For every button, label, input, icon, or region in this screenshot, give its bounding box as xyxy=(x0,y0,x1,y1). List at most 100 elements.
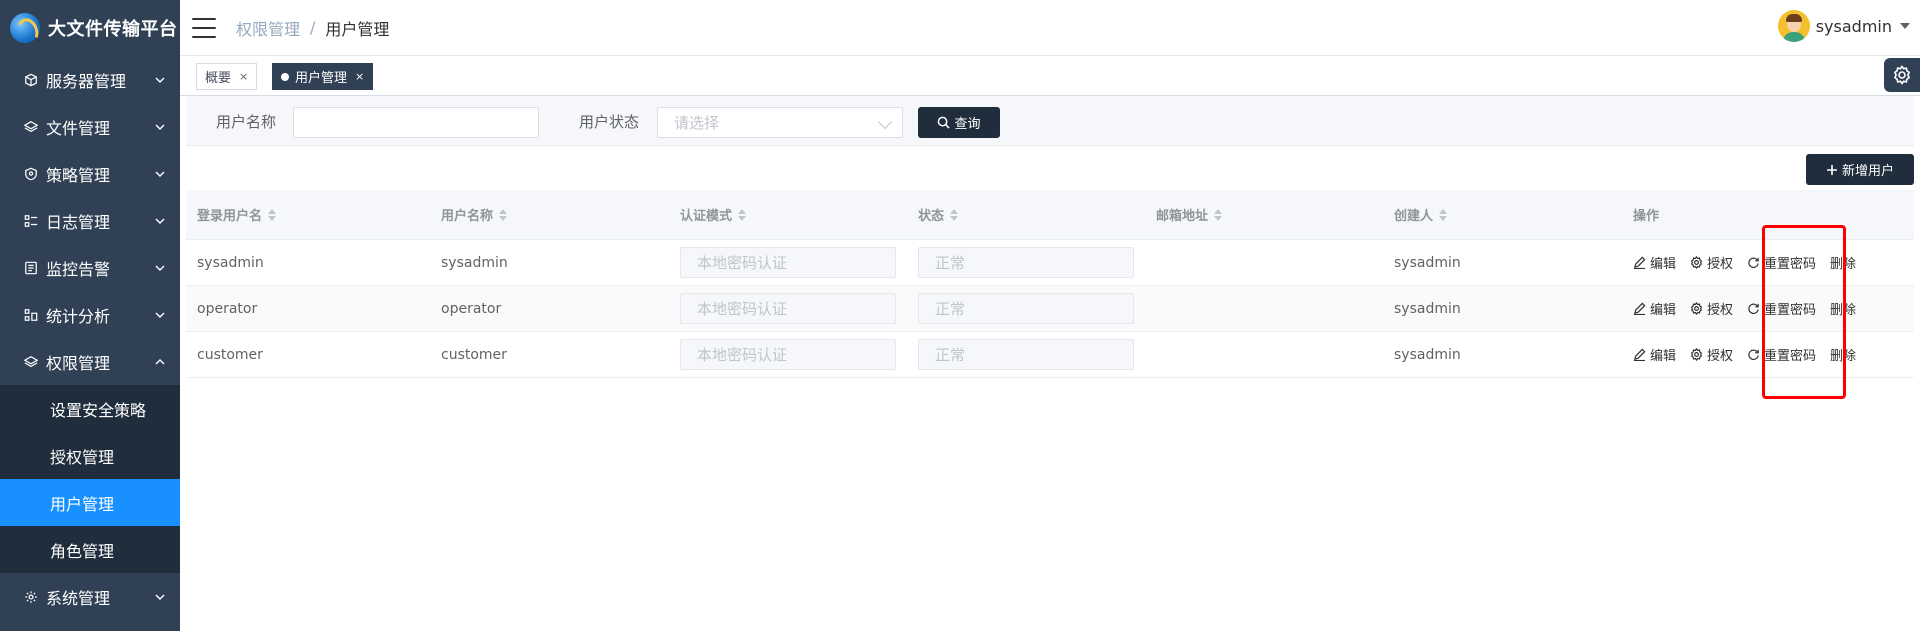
sidebar-item-label: 用户管理 xyxy=(50,494,115,514)
sort-icon[interactable] xyxy=(1214,208,1223,221)
sidebar-subitem-security-policy[interactable]: 设置安全策略 xyxy=(0,385,180,432)
edit-label: 编辑 xyxy=(1650,303,1677,318)
column-header-email[interactable]: 邮箱地址 xyxy=(1145,205,1383,224)
sidebar-item-policy[interactable]: 策略管理 xyxy=(0,150,180,197)
query-button[interactable]: 查询 xyxy=(918,107,1000,138)
username-input-field[interactable] xyxy=(310,108,522,137)
sidebar-item-log[interactable]: 日志管理 xyxy=(0,197,180,244)
chevron-down-icon xyxy=(155,218,165,224)
column-header-auth[interactable]: 认证模式 xyxy=(669,205,907,224)
delete-button[interactable]: 删除 xyxy=(1830,299,1856,318)
logo-icon xyxy=(10,13,40,43)
delete-label: 删除 xyxy=(1830,303,1857,318)
sidebar-item-monitor[interactable]: 监控告警 xyxy=(0,244,180,291)
column-header-login[interactable]: 登录用户名 xyxy=(186,205,430,224)
breadcrumb: 权限管理 / 用户管理 xyxy=(236,16,389,40)
edit-button[interactable]: 编辑 xyxy=(1633,299,1676,318)
delete-label: 删除 xyxy=(1830,257,1857,272)
breadcrumb-item-current: 用户管理 xyxy=(325,19,390,39)
caret-down-icon xyxy=(1900,23,1910,29)
tag-overview[interactable]: 概要 × xyxy=(196,63,258,90)
gear-icon xyxy=(1690,302,1703,315)
add-user-button[interactable]: 新增用户 xyxy=(1806,154,1914,185)
edit-button[interactable]: 编辑 xyxy=(1633,345,1676,364)
sidebar-item-permission[interactable]: 权限管理 xyxy=(0,338,180,385)
settings-button[interactable] xyxy=(1884,58,1920,92)
sidebar-item-label: 策略管理 xyxy=(46,165,111,185)
edit-button[interactable]: 编辑 xyxy=(1633,253,1676,272)
gear-icon xyxy=(1893,65,1911,85)
sidebar-subitem-user-management[interactable]: 用户管理 xyxy=(0,479,180,526)
sort-icon[interactable] xyxy=(268,208,277,221)
app-logo[interactable]: 大文件传输平台 xyxy=(0,0,180,56)
app-title: 大文件传输平台 xyxy=(48,19,178,40)
cell-status: 正常 xyxy=(907,293,1145,324)
username-input[interactable] xyxy=(293,107,539,138)
delete-button[interactable]: 删除 xyxy=(1830,253,1856,272)
table-row[interactable]: operator operator 本地密码认证 正常 sysadmin 编辑 … xyxy=(186,286,1914,332)
sidebar-item-system[interactable]: 系统管理 xyxy=(0,573,180,620)
cell-auth: 本地密码认证 xyxy=(669,247,907,278)
reset-password-button[interactable]: 重置密码 xyxy=(1747,253,1816,272)
table-row[interactable]: customer customer 本地密码认证 正常 sysadmin 编辑 … xyxy=(186,332,1914,378)
sidebar-item-file[interactable]: 文件管理 xyxy=(0,103,180,150)
shield-icon xyxy=(24,167,38,181)
sidebar-item-label: 监控告警 xyxy=(46,259,111,279)
edit-label: 编辑 xyxy=(1650,349,1677,364)
status-field: 正常 xyxy=(918,339,1134,370)
gear-icon xyxy=(24,590,38,604)
reset-password-label: 重置密码 xyxy=(1764,257,1817,272)
column-header-label: 用户名称 xyxy=(441,209,494,224)
column-header-name[interactable]: 用户名称 xyxy=(430,205,669,224)
chevron-up-icon xyxy=(155,358,165,364)
sort-icon[interactable] xyxy=(1439,208,1448,221)
authorize-button[interactable]: 授权 xyxy=(1690,345,1733,364)
cell-auth: 本地密码认证 xyxy=(669,293,907,324)
chevron-down-icon xyxy=(155,77,165,83)
authorize-button[interactable]: 授权 xyxy=(1690,299,1733,318)
sidebar-item-server[interactable]: 服务器管理 xyxy=(0,56,180,103)
cell-name: sysadmin xyxy=(441,254,508,271)
column-header-creator[interactable]: 创建人 xyxy=(1383,205,1622,224)
sort-icon[interactable] xyxy=(738,208,747,221)
authorize-button[interactable]: 授权 xyxy=(1690,253,1733,272)
delete-label: 删除 xyxy=(1830,349,1857,364)
sort-icon[interactable] xyxy=(499,208,508,221)
status-select[interactable]: 请选择 xyxy=(657,107,903,138)
close-icon[interactable]: × xyxy=(239,70,248,83)
sidebar-item-label: 服务器管理 xyxy=(46,71,127,91)
column-header-status[interactable]: 状态 xyxy=(907,205,1145,224)
tag-user-management[interactable]: 用户管理 × xyxy=(272,63,374,90)
list-icon xyxy=(24,214,38,228)
cell-status: 正常 xyxy=(907,247,1145,278)
sidebar-item-stats[interactable]: 统计分析 xyxy=(0,291,180,338)
column-header-label: 创建人 xyxy=(1394,209,1434,224)
sidebar-subitem-role-management[interactable]: 角色管理 xyxy=(0,526,180,573)
sidebar-subitem-authorization[interactable]: 授权管理 xyxy=(0,432,180,479)
sort-icon[interactable] xyxy=(950,208,959,221)
active-dot-icon xyxy=(281,72,289,81)
cell-status: 正常 xyxy=(907,339,1145,370)
layers-icon xyxy=(24,355,38,369)
reset-password-button[interactable]: 重置密码 xyxy=(1747,345,1816,364)
cell-actions: 编辑 授权 重置密码 删除 xyxy=(1622,345,1914,364)
cell-name: customer xyxy=(441,346,507,363)
search-icon xyxy=(938,116,951,129)
delete-button[interactable]: 删除 xyxy=(1830,345,1856,364)
hamburger-icon[interactable] xyxy=(192,17,216,38)
reset-password-label: 重置密码 xyxy=(1764,303,1817,318)
status-field: 正常 xyxy=(918,293,1134,324)
column-header-label: 登录用户名 xyxy=(197,209,263,224)
auth-mode-field: 本地密码认证 xyxy=(680,247,896,278)
close-icon[interactable]: × xyxy=(355,70,364,83)
sidebar-item-label: 统计分析 xyxy=(46,306,111,326)
table-row[interactable]: sysadmin sysadmin 本地密码认证 正常 sysadmin 编辑 … xyxy=(186,240,1914,286)
gear-icon xyxy=(1690,256,1703,269)
sidebar-item-label: 授权管理 xyxy=(50,447,115,467)
user-table: 登录用户名 用户名称 认证模式 状态 邮箱地址 创建人 操作 sysadmin … xyxy=(186,190,1914,378)
avatar xyxy=(1777,10,1810,42)
breadcrumb-item-permission[interactable]: 权限管理 xyxy=(236,16,300,40)
user-dropdown[interactable]: sysadmin xyxy=(1777,10,1910,42)
username-label: 用户名称 xyxy=(216,113,277,131)
reset-password-button[interactable]: 重置密码 xyxy=(1747,299,1816,318)
